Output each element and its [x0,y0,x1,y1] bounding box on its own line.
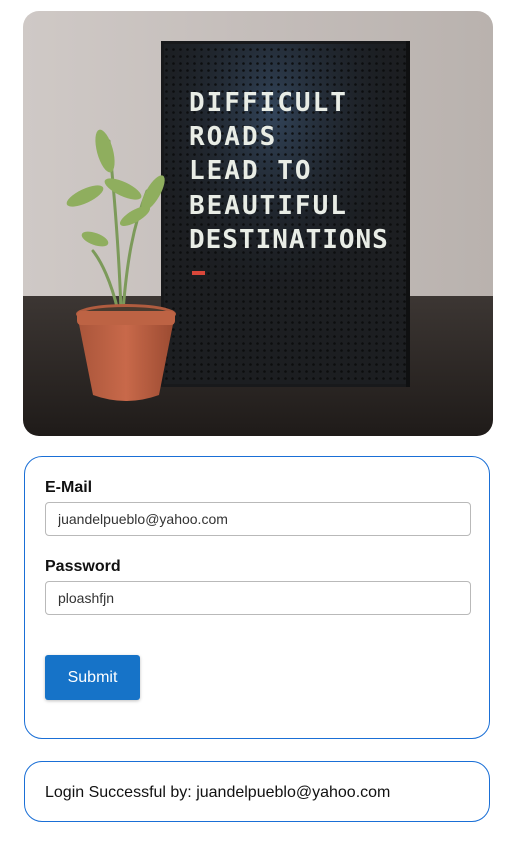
login-result: Login Successful by: juandelpueblo@yahoo… [24,761,490,822]
result-email: juandelpueblo@yahoo.com [196,784,391,801]
submit-button[interactable]: Submit [45,655,140,700]
email-input[interactable] [45,502,471,536]
password-input[interactable] [45,581,471,615]
svg-text:ROADS: ROADS [189,122,277,152]
svg-text:DESTINATIONS: DESTINATIONS [189,225,389,255]
email-label: E-Mail [45,479,93,496]
result-prefix: Login Successful by: [45,784,197,801]
svg-text:BEAUTIFUL: BEAUTIFUL [189,191,348,221]
svg-text:LEAD TO: LEAD TO [189,156,313,186]
login-form: E-Mail Password Submit [24,456,490,739]
svg-text:DIFFICULT: DIFFICULT [189,88,348,118]
password-label: Password [45,558,121,575]
hero-image: DIFFICULT ROADS LEAD TO BEAUTIFUL DESTIN… [23,11,493,436]
result-message: Login Successful by: juandelpueblo@yahoo… [45,784,390,802]
